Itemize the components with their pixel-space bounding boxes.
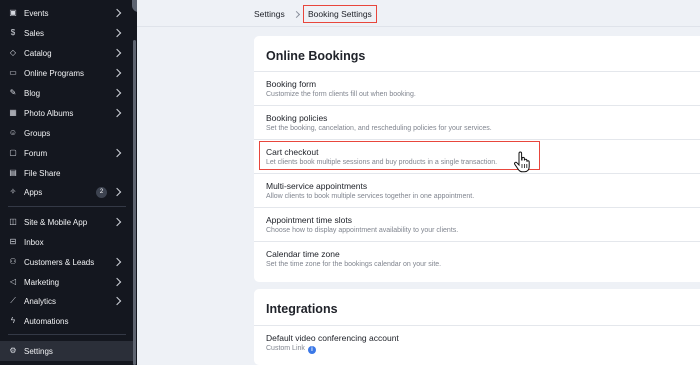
custom-link-text: Custom Link — [266, 345, 305, 352]
sidebar-item-label: File Share — [24, 168, 61, 178]
sidebar-item-label: Customers & Leads — [24, 257, 95, 267]
booking-form-row[interactable]: Booking form Customize the form clients … — [254, 71, 700, 105]
multi-service-appointments-row[interactable]: Multi-service appointments Allow clients… — [254, 173, 700, 207]
row-title: Multi-service appointments — [266, 181, 368, 191]
sidebar-item-analytics[interactable]: ⟋ Analytics — [0, 291, 133, 311]
dollar-icon: $ — [10, 28, 16, 37]
integrations-title: Integrations — [266, 302, 338, 316]
sidebar-item-blog[interactable]: ✎ Blog — [0, 83, 133, 103]
chart-icon: ⟋ — [10, 296, 16, 305]
chevron-right-icon — [112, 88, 122, 98]
sidebar-divider — [8, 206, 126, 207]
sidebar-item-label: Events — [24, 8, 49, 18]
sidebar-item-apps[interactable]: ✧ Apps 2 — [0, 182, 133, 202]
breadcrumb-current-page: Booking Settings — [303, 5, 377, 23]
chevron-right-icon — [112, 187, 122, 197]
row-title: Calendar time zone — [266, 249, 340, 259]
row-subtitle: Set the booking, cancelation, and resche… — [266, 125, 492, 132]
sidebar-item-label: Online Programs — [24, 68, 85, 78]
sidebar-item-site-mobile-app[interactable]: ◫ Site & Mobile App — [0, 212, 133, 232]
chevron-right-icon — [112, 277, 122, 287]
sidebar-item-photo-albums[interactable]: ▦ Photo Albums — [0, 103, 133, 123]
sidebar-item-file-share[interactable]: ▤ File Share — [0, 163, 133, 183]
integrations-card: Integrations Default video conferencing … — [254, 289, 700, 365]
sidebar-item-automations[interactable]: ϟ Automations — [0, 311, 133, 331]
sidebar-item-label: Marketing — [24, 277, 60, 287]
row-title: Booking policies — [266, 113, 328, 123]
row-subtitle: Customize the form clients fill out when… — [266, 91, 416, 98]
chevron-right-icon — [112, 68, 122, 78]
sidebar-item-customers-leads[interactable]: ⚇ Customers & Leads — [0, 252, 133, 272]
default-video-conferencing-row[interactable]: Default video conferencing account Custo… — [254, 325, 700, 365]
calendar-icon: ▣ — [9, 8, 17, 17]
chevron-right-icon — [112, 148, 122, 158]
sidebar-item-label: Site & Mobile App — [24, 217, 88, 227]
sidebar-divider — [8, 334, 126, 335]
row-subtitle: Custom Link i — [266, 345, 316, 354]
sidebar-item-sales[interactable]: $ Sales — [0, 23, 133, 43]
info-icon[interactable]: i — [307, 346, 316, 354]
file-icon: ▤ — [9, 168, 17, 177]
site-icon: ◫ — [9, 217, 17, 226]
chat-icon: ▢ — [9, 148, 17, 157]
row-title: Booking form — [266, 79, 317, 89]
row-subtitle: Allow clients to book multiple services … — [266, 193, 475, 200]
megaphone-icon: ◁ — [9, 277, 17, 286]
chevron-right-icon — [292, 10, 301, 19]
sidebar-item-label: Sales — [24, 28, 45, 38]
row-subtitle: Choose how to display appointment availa… — [266, 227, 459, 234]
photo-icon: ▦ — [9, 108, 17, 117]
sidebar-item-label: Groups — [24, 128, 51, 138]
sidebar-item-label: Apps — [24, 187, 43, 197]
sidebar-item-label: Analytics — [24, 296, 57, 306]
people-icon: ☺ — [8, 128, 18, 137]
lightning-icon: ϟ — [10, 316, 16, 325]
breadcrumb-settings-link[interactable]: Settings — [254, 9, 285, 19]
sidebar-item-online-programs[interactable]: ▭ Online Programs — [0, 63, 133, 83]
sidebar-item-label: Forum — [24, 148, 48, 158]
sidebar-item-label: Blog — [24, 88, 41, 98]
chevron-right-icon — [112, 296, 122, 306]
online-bookings-title: Online Bookings — [266, 49, 366, 63]
apps-icon: ✧ — [9, 187, 17, 196]
sidebar-item-inbox[interactable]: ⊟ Inbox — [0, 232, 133, 252]
breadcrumb: Settings Booking Settings — [137, 0, 700, 27]
apps-count-badge: 2 — [96, 186, 107, 198]
sidebar-item-label: Catalog — [24, 48, 52, 58]
sidebar-item-groups[interactable]: ☺ Groups — [0, 123, 133, 143]
sidebar-item-catalog[interactable]: ◇ Catalog — [0, 43, 133, 63]
inbox-icon: ⊟ — [9, 237, 17, 246]
row-title: Default video conferencing account — [266, 333, 399, 343]
chevron-right-icon — [112, 257, 122, 267]
sidebar-item-label: Photo Albums — [24, 108, 74, 118]
booking-policies-row[interactable]: Booking policies Set the booking, cancel… — [254, 105, 700, 139]
sidebar-scrollbar[interactable] — [133, 40, 136, 365]
row-subtitle: Set the time zone for the bookings calen… — [266, 261, 442, 268]
sidebar-item-settings[interactable]: ⚙ Settings — [0, 341, 133, 361]
sidebar-item-events[interactable]: ▣ Events — [0, 3, 133, 23]
appointment-time-slots-row[interactable]: Appointment time slots Choose how to dis… — [254, 207, 700, 241]
chevron-right-icon — [112, 8, 122, 18]
programs-icon: ▭ — [9, 68, 17, 77]
chevron-right-icon — [112, 108, 122, 118]
sidebar-item-label: Settings — [24, 346, 53, 356]
sidebar-item-marketing[interactable]: ◁ Marketing — [0, 272, 133, 292]
chevron-right-icon — [112, 48, 122, 58]
sidebar-item-label: Automations — [24, 316, 69, 326]
sidebar-item-forum[interactable]: ▢ Forum — [0, 143, 133, 163]
tag-icon: ◇ — [9, 48, 17, 57]
chevron-right-icon — [112, 28, 122, 38]
sidebar-item-label: Inbox — [24, 237, 44, 247]
sidebar: ▣ Events $ Sales ◇ Catalog ▭ Online Prog… — [0, 0, 137, 365]
chevron-right-icon — [112, 217, 122, 227]
calendar-time-zone-row[interactable]: Calendar time zone Set the time zone for… — [254, 241, 700, 275]
row-title: Appointment time slots — [266, 215, 352, 225]
customers-icon: ⚇ — [9, 257, 17, 266]
hand-cursor-icon — [514, 151, 530, 173]
gear-icon: ⚙ — [9, 346, 17, 355]
pen-icon: ✎ — [9, 88, 17, 97]
cart-checkout-highlight — [259, 141, 540, 170]
